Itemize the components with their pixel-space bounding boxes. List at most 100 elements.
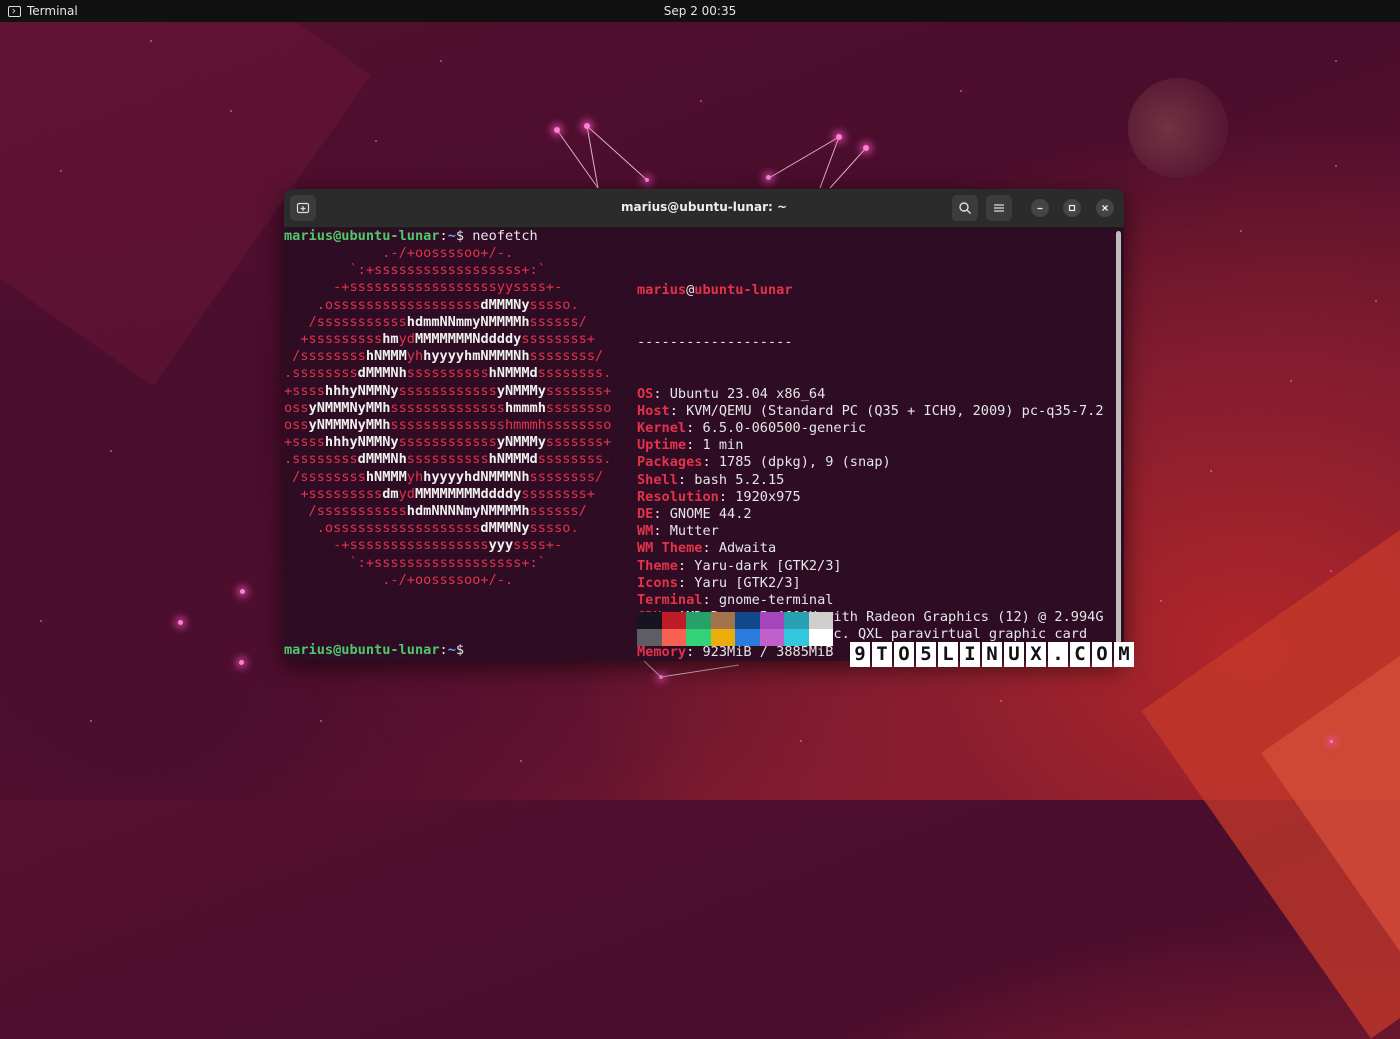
info-row: Theme: Yaru-dark [GTK2/3] <box>637 557 842 574</box>
wallpaper-dot <box>320 720 322 722</box>
logo-segment: ssssssss/ <box>529 348 604 365</box>
logo-line: +sssssssssdmydMMMMMMMMddddyssssssss+ <box>284 486 611 503</box>
logo-segment: yyy <box>488 537 514 554</box>
prompt-user-host: marius@ubuntu-lunar <box>284 228 440 244</box>
color-swatch <box>710 612 735 629</box>
wallpaper-dot <box>800 740 802 742</box>
info-row: OS: Ubuntu 23.04 x86_64 <box>637 385 826 402</box>
logo-segment: ssssss/ <box>529 503 587 520</box>
watermark-char: U <box>1004 642 1024 667</box>
logo-segment: hdmmNNmmyNMMMMh <box>406 313 530 330</box>
wallpaper-star <box>645 178 649 182</box>
logo-line: /sssssssshNMMMyhhyyyyhmNMMMNhssssssss/ <box>284 348 611 365</box>
logo-segment: -+ssssssssssssssssssyyssss+- <box>284 279 563 296</box>
clock[interactable]: Sep 2 00:35 <box>0 4 1400 18</box>
logo-segment: .ossssssssssssssssss <box>284 296 481 313</box>
logo-segment: hNMMM <box>365 348 407 365</box>
logo-segment: +ssss <box>284 434 325 451</box>
menu-button[interactable] <box>986 195 1012 221</box>
color-swatch <box>661 629 686 646</box>
logo-segment: ssssssssssss <box>398 382 497 399</box>
watermark-char: O <box>894 642 914 667</box>
info-key: WM Theme <box>637 540 703 557</box>
info-value: 923MiB / 3885MiB <box>702 643 834 660</box>
info-key: Host <box>637 402 670 419</box>
logo-segment: hNMMMd <box>488 365 538 382</box>
info-row: DE: GNOME 44.2 <box>637 506 752 523</box>
logo-segment: MMMMMMMMddddy <box>414 485 522 502</box>
close-icon <box>1102 205 1108 211</box>
logo-line: -+sssssssssssssssssyyyssss+- <box>284 537 611 554</box>
terminal-content[interactable]: marius@ubuntu-lunar:~$ neofetch .-/+ooss… <box>284 228 1114 661</box>
wallpaper-dot <box>1000 700 1002 702</box>
wallpaper-dot <box>375 140 377 142</box>
color-swatch <box>808 612 833 629</box>
prompt-path: ~ <box>447 228 456 244</box>
search-button[interactable] <box>952 195 978 221</box>
logo-line: +ssssssssshmydMMMMMMMNddddyssssssss+ <box>284 331 611 348</box>
info-value: Mutter <box>669 523 719 540</box>
logo-line: /ssssssssssshdmmNNmmyNMMMMhssssss/ <box>284 314 611 331</box>
info-value: Yaru [GTK2/3] <box>694 574 801 591</box>
logo-segment: hyyyyhmNMMMNh <box>423 348 530 365</box>
watermark-char: C <box>1070 642 1090 667</box>
logo-segment: dMMMNh <box>357 451 407 468</box>
logo-segment: sssssssssssssshmmmhssssssso <box>390 417 612 434</box>
info-key: Uptime <box>637 437 687 454</box>
logo-segment: +ssss <box>284 382 325 399</box>
logo-segment: sssssss+ <box>545 434 612 451</box>
logo-line: .-/+oossssoo+/-. <box>284 245 611 262</box>
watermark-char: O <box>1092 642 1112 667</box>
info-key: DE <box>637 506 654 523</box>
minimize-button[interactable] <box>1031 199 1049 217</box>
logo-segment: ssssssssss <box>406 365 489 382</box>
info-title: marius@ubuntu-lunar <box>637 282 1104 299</box>
logo-line: +sssshhhyNMMNyssssssssssssyNMMMysssssss+ <box>284 383 611 400</box>
window-titlebar[interactable]: marius@ubuntu-lunar: ~ <box>284 189 1124 228</box>
logo-segment: hmmmh <box>504 399 546 416</box>
info-row: Resolution: 1920x975 <box>637 488 801 505</box>
info-value: 1920x975 <box>735 488 801 505</box>
wallpaper-dot <box>1240 230 1242 232</box>
maximize-button[interactable] <box>1063 199 1081 217</box>
logo-line: ossyNMMMNyMMhsssssssssssssshmmmhssssssso <box>284 417 611 434</box>
watermark-char: I <box>960 642 980 667</box>
info-value: Yaru-dark [GTK2/3] <box>694 557 842 574</box>
logo-segment: ssssss/ <box>529 313 587 330</box>
minimize-icon <box>1037 207 1043 210</box>
logo-segment: ssssssss. <box>537 451 612 468</box>
close-button[interactable] <box>1096 199 1114 217</box>
command-text: neofetch <box>472 228 538 244</box>
logo-segment: hNMMM <box>365 468 407 485</box>
logo-segment: ssssssss. <box>537 365 612 382</box>
info-row: Icons: Yaru [GTK2/3] <box>637 574 801 591</box>
watermark-char: 5 <box>916 642 936 667</box>
logo-segment: ssssssssss <box>406 451 489 468</box>
info-key: Kernel <box>637 420 687 437</box>
watermark-char: N <box>982 642 1002 667</box>
prompt-user-host: marius@ubuntu-lunar <box>284 642 440 658</box>
logo-segment: hhhyNMMNy <box>324 382 399 399</box>
wallpaper-star <box>863 145 869 151</box>
color-swatch <box>735 629 760 646</box>
watermark-char: L <box>938 642 958 667</box>
logo-segment: .ossssssssssssssssss <box>284 520 481 537</box>
logo-segment: yd <box>398 485 415 502</box>
info-host: ubuntu-lunar <box>694 282 793 299</box>
prompt-symbol: $ <box>455 228 465 244</box>
wallpaper-star <box>659 675 663 679</box>
info-row: Shell: bash 5.2.15 <box>637 471 785 488</box>
info-value: 1785 (dpkg), 9 (snap) <box>718 454 891 471</box>
logo-segment: oss <box>284 417 309 434</box>
logo-line: .ssssssssdMMMNhsssssssssshNMMMdssssssss. <box>284 451 611 468</box>
scrollbar[interactable] <box>1116 231 1121 656</box>
logo-line: .-/+oossssoo+/-. <box>284 572 611 589</box>
wallpaper-dot <box>1210 470 1212 472</box>
logo-segment: `:+ssssssssssssssssss+:` <box>284 262 546 279</box>
site-watermark: 9TO5LINUX.COM <box>850 642 1134 667</box>
command-line: marius@ubuntu-lunar:~$ neofetch <box>284 228 538 244</box>
info-key: Packages <box>637 454 703 471</box>
wallpaper-dot <box>90 720 92 722</box>
logo-line: /ssssssssssshdmNNNNmyNMMMMhssssss/ <box>284 503 611 520</box>
wallpaper-dot <box>1160 600 1162 602</box>
